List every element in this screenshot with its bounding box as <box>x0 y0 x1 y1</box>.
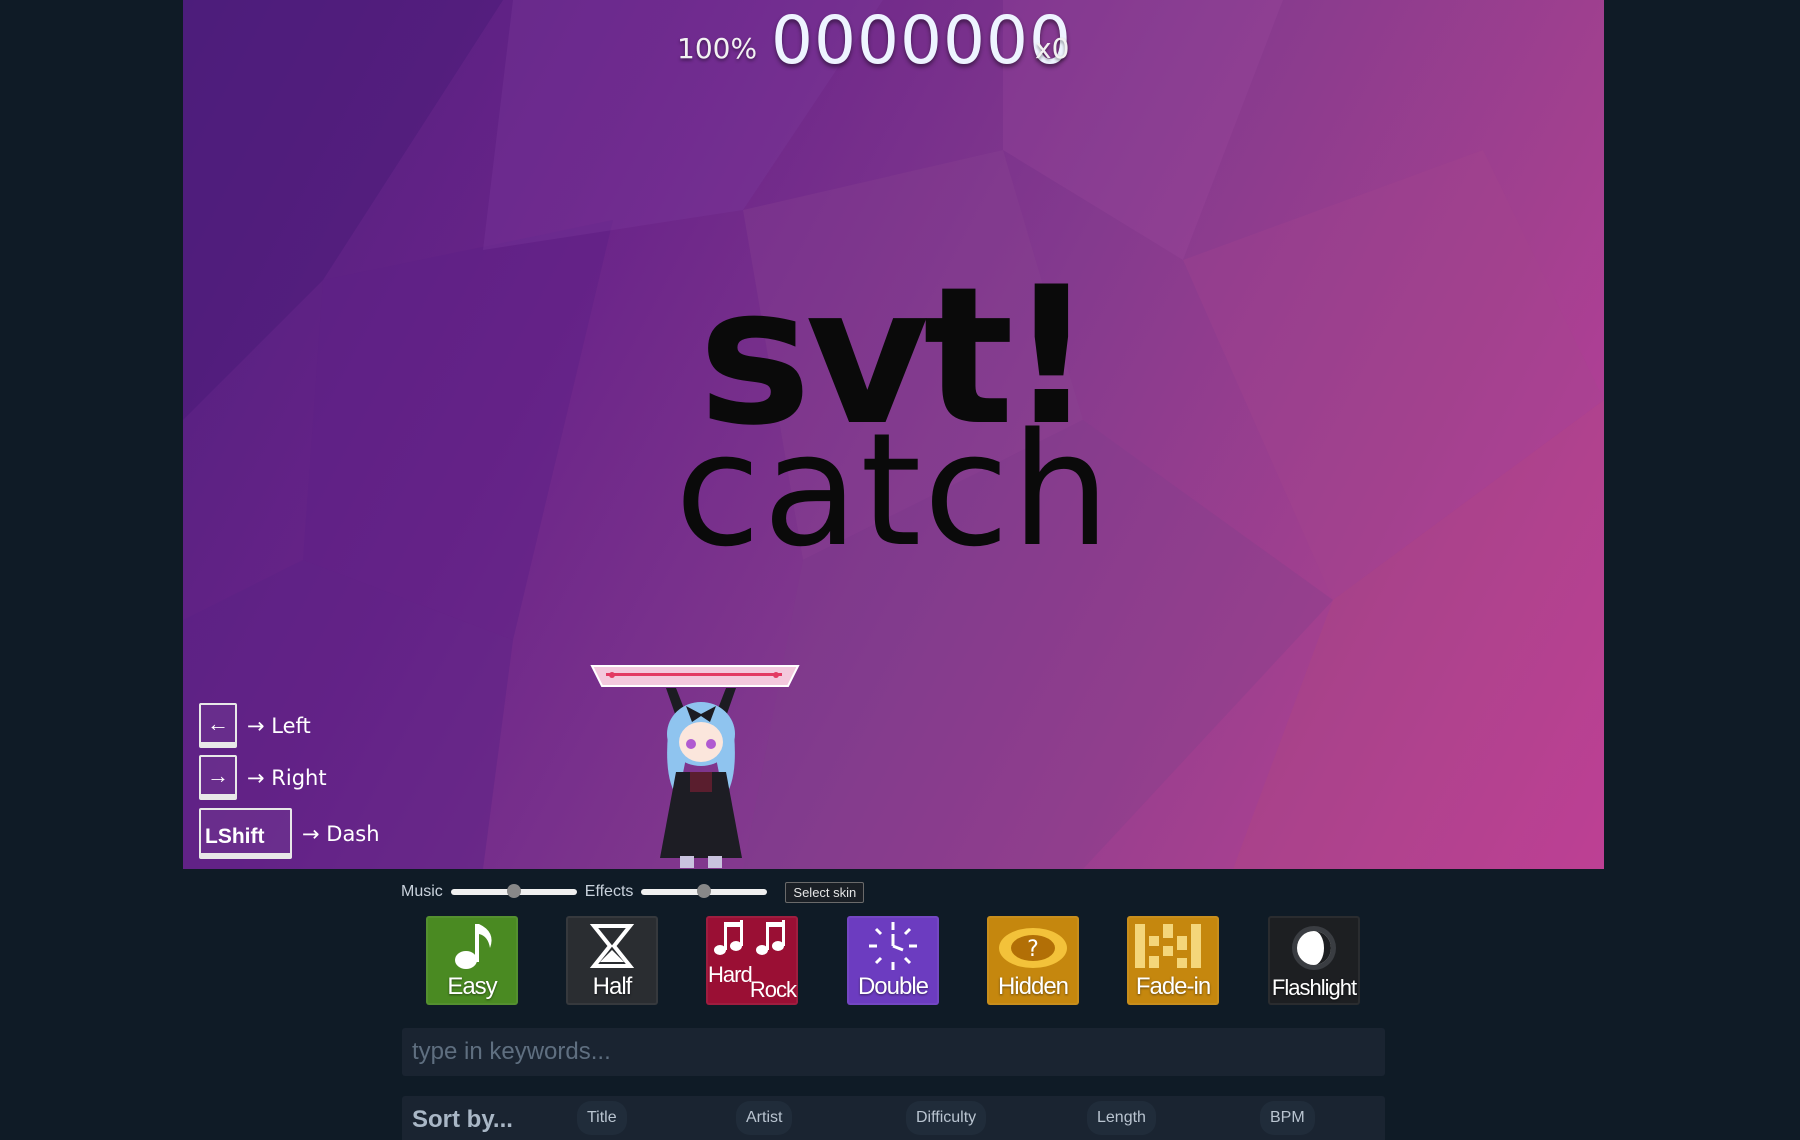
mod-flashlight-label: Flashlight <box>1271 975 1357 1000</box>
audio-controls: Music Effects Select skin <box>401 878 865 906</box>
key-hint-left: ← → Left <box>199 703 311 748</box>
select-skin-button[interactable]: Select skin <box>785 881 865 903</box>
mod-flashlight-button[interactable]: Flashlight <box>1268 916 1360 1005</box>
mod-hardrock-label-line1: Hard <box>708 962 753 987</box>
game-canvas[interactable]: 100% 0000000 x0 svt! catch ← → Left → → … <box>183 0 1604 869</box>
mod-double-label: Double <box>857 973 929 1000</box>
beatmap-search-input[interactable] <box>402 1028 1385 1076</box>
score-display: 0000000 <box>771 2 1072 79</box>
score-hud: 100% 0000000 x0 <box>183 0 1604 80</box>
key-hint-dash: LShift → Dash <box>199 808 380 859</box>
sort-bpm-button[interactable]: BPM <box>1260 1101 1315 1135</box>
effects-volume-slider[interactable] <box>641 884 768 898</box>
sort-title-button[interactable]: Title <box>577 1101 627 1135</box>
sort-length-button[interactable]: Length <box>1087 1101 1156 1135</box>
mod-easy-button[interactable]: Easy <box>426 916 518 1005</box>
mod-hardrock-label-line2: Rock <box>749 977 797 1002</box>
key-hint-right: → → Right <box>199 755 327 800</box>
right-arrow-key-icon: → <box>199 755 237 800</box>
accuracy-display: 100% <box>677 32 758 65</box>
combo-display: x0 <box>1035 32 1070 65</box>
key-hint-dash-label: → Dash <box>302 821 380 846</box>
sort-bar: Sort by... Title Artist Difficulty Lengt… <box>402 1096 1385 1140</box>
mod-fadein-button[interactable]: Fade-in <box>1127 916 1219 1005</box>
mod-hardrock-button[interactable]: Hard Rock <box>706 916 798 1005</box>
mod-hidden-label: Hidden <box>997 973 1069 1000</box>
game-logo-subtitle: catch <box>674 399 1113 581</box>
mod-half-label: Half <box>592 973 633 1000</box>
left-arrow-key-icon: ← <box>199 703 237 748</box>
key-hint-right-label: → Right <box>247 765 327 790</box>
music-volume-label: Music <box>401 883 443 900</box>
music-volume-knob[interactable] <box>506 884 521 898</box>
sort-difficulty-button[interactable]: Difficulty <box>906 1101 987 1135</box>
mod-hidden-button[interactable]: ? Hidden <box>987 916 1079 1005</box>
music-volume-slider[interactable] <box>450 884 577 898</box>
effects-volume-label: Effects <box>584 883 634 900</box>
mod-fadein-label: Fade-in <box>1135 973 1211 1000</box>
sort-by-heading: Sort by... <box>412 1106 513 1133</box>
catcher-character <box>660 688 742 868</box>
mod-double-button[interactable]: Double <box>847 916 939 1005</box>
sort-artist-button[interactable]: Artist <box>736 1101 793 1135</box>
mod-half-button[interactable]: Half <box>566 916 658 1005</box>
effects-volume-knob[interactable] <box>697 884 712 898</box>
key-hint-left-label: → Left <box>247 713 311 738</box>
lshift-key-icon: LShift <box>199 808 292 859</box>
mod-easy-label: Easy <box>447 973 497 1000</box>
svg-text:?: ? <box>1027 937 1039 962</box>
